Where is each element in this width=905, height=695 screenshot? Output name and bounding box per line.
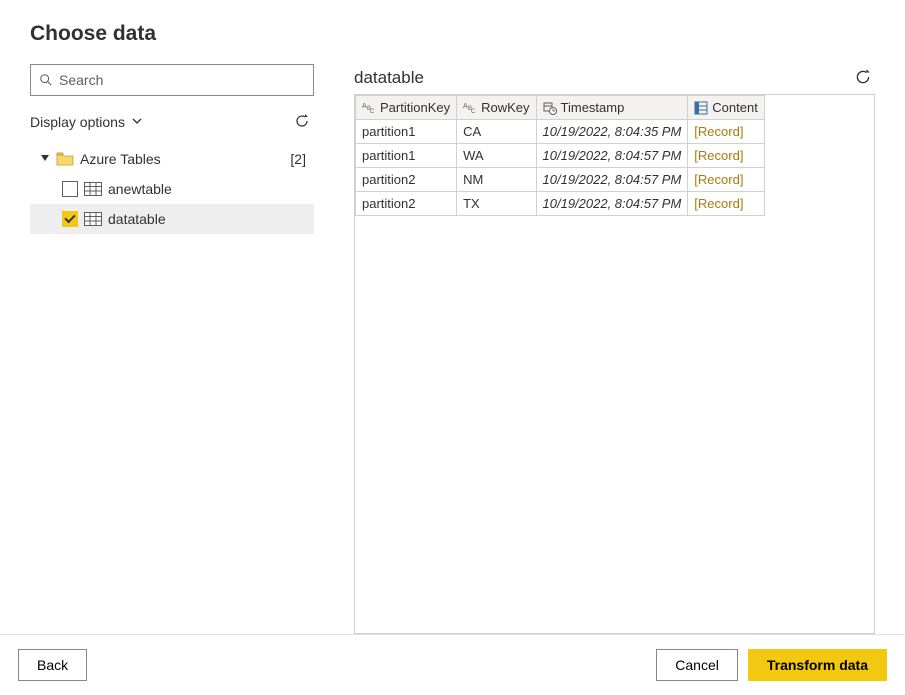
display-options-label: Display options bbox=[30, 114, 125, 130]
checkbox-anewtable[interactable] bbox=[62, 181, 78, 197]
table-row[interactable]: partition1 CA 10/19/2022, 8:04:35 PM [Re… bbox=[356, 120, 765, 144]
refresh-icon bbox=[294, 113, 310, 132]
column-header-content[interactable]: Content bbox=[688, 96, 765, 120]
page-title: Choose data bbox=[30, 22, 875, 46]
table-row[interactable]: partition2 TX 10/19/2022, 8:04:57 PM [Re… bbox=[356, 192, 765, 216]
record-link[interactable]: [Record] bbox=[694, 172, 743, 187]
cell-rowkey: CA bbox=[457, 120, 536, 144]
refresh-icon bbox=[854, 68, 872, 89]
cell-rowkey: TX bbox=[457, 192, 536, 216]
column-label: Content bbox=[712, 100, 758, 115]
column-header-timestamp[interactable]: Timestamp bbox=[536, 96, 688, 120]
column-label: PartitionKey bbox=[380, 100, 450, 115]
svg-text:C: C bbox=[471, 109, 476, 115]
cell-content[interactable]: [Record] bbox=[688, 120, 765, 144]
cell-timestamp: 10/19/2022, 8:04:57 PM bbox=[536, 168, 688, 192]
cell-content[interactable]: [Record] bbox=[688, 144, 765, 168]
refresh-preview-button[interactable] bbox=[851, 66, 875, 90]
column-header-partitionkey[interactable]: ABC PartitionKey bbox=[356, 96, 457, 120]
svg-text:C: C bbox=[370, 109, 375, 115]
refresh-tree-button[interactable] bbox=[290, 110, 314, 134]
table-icon bbox=[84, 182, 102, 196]
cancel-button[interactable]: Cancel bbox=[656, 649, 738, 681]
preview-title: datatable bbox=[354, 68, 424, 88]
folder-icon bbox=[56, 152, 74, 166]
table-row[interactable]: partition1 WA 10/19/2022, 8:04:57 PM [Re… bbox=[356, 144, 765, 168]
record-link[interactable]: [Record] bbox=[694, 148, 743, 163]
record-link[interactable]: [Record] bbox=[694, 196, 743, 211]
caret-down-icon bbox=[40, 155, 50, 163]
checkbox-datatable[interactable] bbox=[62, 211, 78, 227]
record-type-icon bbox=[694, 101, 708, 115]
column-label: RowKey bbox=[481, 100, 529, 115]
search-input[interactable] bbox=[59, 72, 305, 88]
datetime-type-icon bbox=[543, 101, 557, 115]
tree-node-datatable[interactable]: datatable bbox=[30, 204, 314, 234]
cell-timestamp: 10/19/2022, 8:04:57 PM bbox=[536, 144, 688, 168]
cell-timestamp: 10/19/2022, 8:04:35 PM bbox=[536, 120, 688, 144]
text-type-icon: ABC bbox=[362, 101, 376, 115]
preview-panel: datatable ABC PartitionK bbox=[354, 64, 875, 634]
tree-node-azure-tables[interactable]: Azure Tables [2] bbox=[30, 144, 314, 174]
table-row[interactable]: partition2 NM 10/19/2022, 8:04:57 PM [Re… bbox=[356, 168, 765, 192]
preview-table: ABC PartitionKey ABC RowKey bbox=[355, 95, 765, 216]
search-input-wrapper[interactable] bbox=[30, 64, 314, 96]
cell-partitionkey: partition2 bbox=[356, 168, 457, 192]
navigator-tree: Azure Tables [2] anewtable datatable bbox=[30, 144, 314, 634]
cell-rowkey: NM bbox=[457, 168, 536, 192]
table-icon bbox=[84, 212, 102, 226]
display-options-dropdown[interactable]: Display options bbox=[30, 114, 143, 130]
transform-data-button[interactable]: Transform data bbox=[748, 649, 887, 681]
record-link[interactable]: [Record] bbox=[694, 124, 743, 139]
back-button[interactable]: Back bbox=[18, 649, 87, 681]
tree-node-label: anewtable bbox=[108, 181, 172, 197]
tree-node-anewtable[interactable]: anewtable bbox=[30, 174, 314, 204]
cell-partitionkey: partition1 bbox=[356, 144, 457, 168]
chevron-down-icon bbox=[131, 114, 143, 130]
text-type-icon: ABC bbox=[463, 101, 477, 115]
cell-rowkey: WA bbox=[457, 144, 536, 168]
tree-node-label: datatable bbox=[108, 211, 166, 227]
cell-content[interactable]: [Record] bbox=[688, 168, 765, 192]
tree-node-label: Azure Tables bbox=[80, 151, 161, 167]
column-header-rowkey[interactable]: ABC RowKey bbox=[457, 96, 536, 120]
dialog-footer: Back Cancel Transform data bbox=[0, 634, 905, 695]
navigator-panel: Display options Azure Tables bbox=[30, 64, 314, 634]
cell-content[interactable]: [Record] bbox=[688, 192, 765, 216]
cell-partitionkey: partition1 bbox=[356, 120, 457, 144]
cell-timestamp: 10/19/2022, 8:04:57 PM bbox=[536, 192, 688, 216]
tree-node-count: [2] bbox=[290, 151, 306, 167]
column-label: Timestamp bbox=[561, 100, 625, 115]
search-icon bbox=[39, 73, 53, 87]
cell-partitionkey: partition2 bbox=[356, 192, 457, 216]
